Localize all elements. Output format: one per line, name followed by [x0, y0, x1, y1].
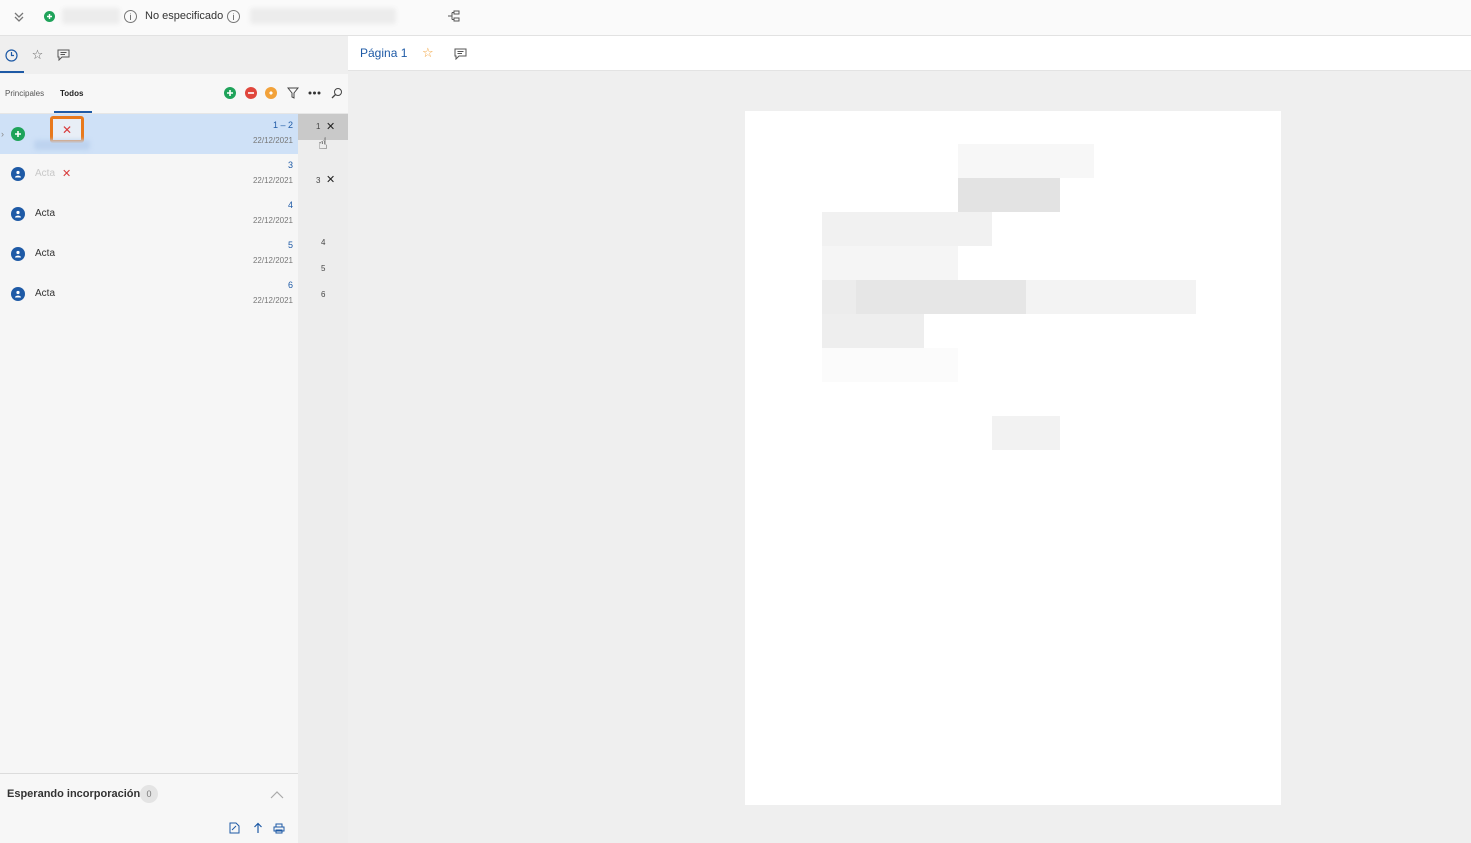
- redacted-content: [958, 144, 1094, 178]
- edit-document-icon[interactable]: [228, 822, 240, 834]
- search-icon[interactable]: [330, 86, 343, 99]
- document-list: › ✕ 1 – 2 22/12/2021 Acta ✕ 3 22/12/2021: [0, 114, 298, 773]
- row-label: Acta: [35, 248, 56, 259]
- row-number: 1 – 2: [272, 120, 293, 130]
- waiting-label: Esperando incorporación: [7, 788, 141, 800]
- delete-highlight[interactable]: ✕: [50, 116, 84, 143]
- waiting-panel: Esperando incorporación 0: [0, 773, 298, 843]
- row-date: 22/12/2021: [252, 296, 293, 305]
- close-icon[interactable]: ✕: [62, 123, 72, 137]
- redacted-content: [822, 348, 958, 382]
- list-item[interactable]: Acta 5 22/12/2021: [0, 234, 298, 274]
- top-bar: i No especificado i: [0, 0, 1471, 36]
- page-title: Página 1: [360, 46, 408, 60]
- left-sidebar: ☆ Principales Todos › ✕ 1 – 2 22/12/2021…: [0, 36, 348, 843]
- active-tab-underline: [0, 71, 24, 73]
- sidebar-tabs: ☆: [0, 36, 348, 74]
- flow-diagram-icon[interactable]: [446, 9, 462, 23]
- row-date: 22/12/2021: [252, 136, 293, 145]
- document-preview: [745, 111, 1281, 805]
- list-item[interactable]: Acta 6 22/12/2021: [0, 274, 298, 314]
- close-icon[interactable]: ✕: [326, 120, 335, 133]
- favorite-star-icon[interactable]: ☆: [422, 45, 434, 61]
- tab-principales[interactable]: Principales: [5, 89, 44, 98]
- redacted-field: [62, 8, 120, 24]
- row-label: Acta: [35, 168, 56, 179]
- row-number: 3: [287, 160, 293, 170]
- info-icon-2[interactable]: i: [227, 10, 240, 23]
- filter-icon[interactable]: [286, 86, 299, 99]
- remove-x-icon[interactable]: ✕: [62, 167, 71, 180]
- redacted-content: [822, 280, 856, 314]
- list-item[interactable]: Acta ✕ 3 22/12/2021: [0, 154, 298, 194]
- user-document-icon: [11, 247, 25, 261]
- page-number[interactable]: 5: [321, 264, 325, 273]
- row-number: 4: [287, 200, 293, 210]
- cursor-hand-icon: ☝: [318, 136, 328, 153]
- row-date: 22/12/2021: [252, 256, 293, 265]
- row-label: Acta: [35, 288, 56, 299]
- collapse-chevrons-icon[interactable]: [12, 9, 26, 25]
- user-document-icon: [11, 167, 25, 181]
- waiting-count-badge: 0: [140, 785, 158, 803]
- tab-todos[interactable]: Todos: [60, 89, 83, 98]
- page-number: 3: [316, 176, 321, 185]
- upload-icon[interactable]: [252, 822, 264, 834]
- star-icon[interactable]: ☆: [30, 47, 45, 62]
- row-label: Acta: [35, 208, 56, 219]
- page-number: 1: [316, 122, 321, 131]
- expand-chevron-icon[interactable]: ›: [1, 129, 4, 139]
- page-column: 1 ✕ ☝ 3 ✕ 4 5 6: [298, 114, 348, 843]
- redacted-content: [822, 246, 958, 280]
- redacted-content: [992, 416, 1060, 450]
- status-text: No especificado: [145, 10, 224, 22]
- add-icon[interactable]: [224, 87, 236, 99]
- redacted-content: [958, 178, 1060, 212]
- redacted-field-2: [250, 8, 396, 24]
- chevron-up-icon[interactable]: [270, 786, 284, 804]
- document-list-header: Principales Todos: [0, 74, 348, 114]
- row-number: 5: [287, 240, 293, 250]
- row-date: 22/12/2021: [252, 216, 293, 225]
- status-dot-icon: [44, 11, 55, 22]
- comment-icon[interactable]: [56, 47, 71, 62]
- page-number[interactable]: 6: [321, 290, 325, 299]
- todos-tab-underline: [54, 111, 92, 113]
- row-number: 6: [287, 280, 293, 290]
- row-date: 22/12/2021: [252, 176, 293, 185]
- list-item[interactable]: › ✕ 1 – 2 22/12/2021: [0, 114, 298, 154]
- page-number[interactable]: 4: [321, 238, 325, 247]
- user-document-icon: [11, 287, 25, 301]
- page-item[interactable]: 3 ✕: [298, 170, 348, 190]
- warning-icon[interactable]: [265, 87, 277, 99]
- user-document-icon: [11, 207, 25, 221]
- redacted-content: [822, 314, 924, 348]
- list-item[interactable]: Acta 4 22/12/2021: [0, 194, 298, 234]
- redacted-content: [822, 212, 992, 246]
- history-icon[interactable]: [4, 48, 18, 62]
- close-icon[interactable]: ✕: [326, 173, 335, 186]
- info-icon[interactable]: i: [124, 10, 137, 23]
- print-icon[interactable]: [273, 822, 285, 834]
- redacted-label: [34, 140, 90, 150]
- more-icon[interactable]: [307, 86, 321, 99]
- add-document-icon: [11, 127, 25, 141]
- redacted-content: [856, 280, 1026, 314]
- remove-icon[interactable]: [245, 87, 257, 99]
- comment-icon[interactable]: [453, 47, 467, 60]
- redacted-content: [1026, 280, 1196, 314]
- viewer-header: Página 1 ☆: [348, 36, 1471, 71]
